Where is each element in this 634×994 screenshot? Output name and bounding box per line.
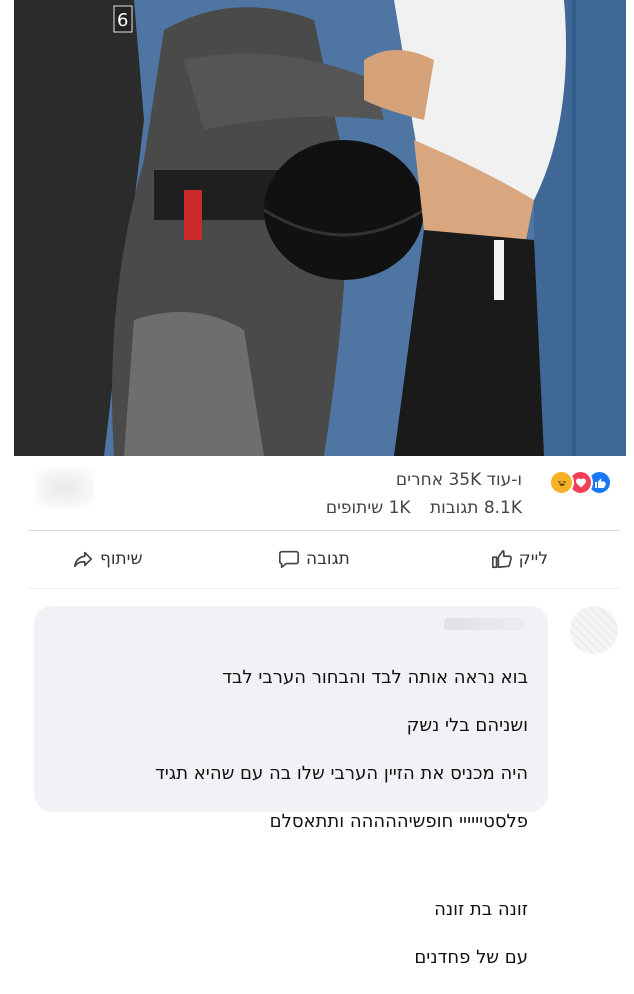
reaction-icons[interactable]: [549, 470, 612, 495]
share-arrow-icon: [73, 551, 93, 568]
post-photo[interactable]: 6: [14, 0, 626, 456]
action-divider-bottom: [28, 588, 620, 589]
reaction-stats: ו-עוד 35K אחרים 8.1K תגובות 1K שיתופים: [14, 456, 626, 528]
post-action-bar: לייק תגובה שיתוף: [14, 531, 626, 587]
like-button[interactable]: לייק: [491, 543, 548, 575]
comment-label: תגובה: [306, 549, 350, 569]
reaction-summary[interactable]: ו-עוד 35K אחרים: [396, 470, 522, 490]
engagement-counts: 8.1K תגובות 1K שיתופים: [312, 498, 522, 518]
comment-bubble-icon: [279, 550, 299, 569]
comment-text: בוא נראה אותה לבד והבחור הערבי לבד ושניה…: [58, 642, 528, 994]
post-image: 6: [14, 0, 626, 456]
comment-line: זונה בת זונה: [434, 899, 528, 920]
thumbs-up-icon: [491, 549, 512, 569]
share-count[interactable]: 1K שיתופים: [326, 498, 411, 518]
share-button[interactable]: שיתוף: [72, 543, 143, 575]
comment-line: עם של פחדנים: [414, 947, 528, 968]
comment-spacer: [58, 858, 528, 874]
comment-button[interactable]: תגובה: [278, 543, 350, 575]
share-label: שיתוף: [100, 549, 143, 569]
comment-line: בוא נראה אותה לבד והבחור הערבי לבד: [222, 667, 528, 688]
haha-reaction-icon: [549, 470, 574, 495]
blurred-avatar: [36, 468, 94, 508]
like-label: לייק: [518, 549, 548, 569]
comment-line: ושניהם בלי נשק: [406, 715, 528, 736]
commenter-avatar[interactable]: [570, 606, 618, 654]
comment-bubble: בוא נראה אותה לבד והבחור הערבי לבד ושניה…: [34, 606, 548, 968]
comment-count[interactable]: 8.1K תגובות: [430, 498, 522, 518]
comment-line: היה מכניס את הזיין הערבי שלו בה עם שהיא …: [154, 763, 528, 784]
comment-line: פלסטיייייי חופשיההההה ותתאסלם: [269, 811, 528, 832]
blurred-commenter-name[interactable]: [444, 618, 524, 630]
svg-text:6: 6: [117, 10, 128, 31]
